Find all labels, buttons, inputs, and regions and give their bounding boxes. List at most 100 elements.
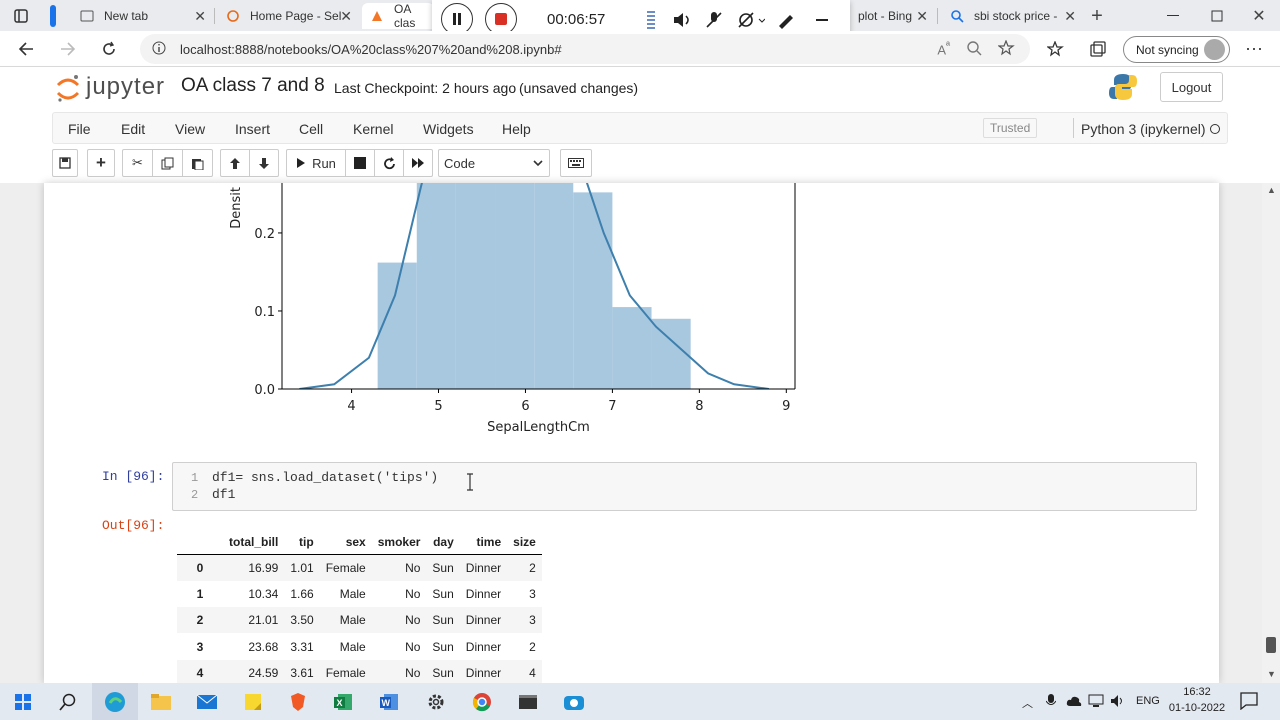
restart-kernel-icon[interactable] bbox=[374, 149, 404, 177]
brave-browser-icon[interactable] bbox=[275, 683, 321, 720]
edge-browser-icon[interactable] bbox=[92, 683, 138, 720]
favorites-icon[interactable] bbox=[1044, 38, 1068, 60]
menu-insert[interactable]: Insert bbox=[235, 121, 270, 137]
settings-gear-icon[interactable] bbox=[413, 683, 459, 720]
maximize-icon[interactable] bbox=[1204, 5, 1230, 27]
refresh-loading-icon bbox=[226, 9, 240, 23]
add-favorite-icon[interactable] bbox=[997, 38, 1016, 59]
interrupt-kernel-icon[interactable] bbox=[345, 149, 375, 177]
window-close-icon[interactable]: ✕ bbox=[1246, 5, 1272, 27]
scroll-up-icon[interactable]: ▲ bbox=[1267, 185, 1276, 195]
tab-actions-icon[interactable] bbox=[10, 6, 32, 26]
table-row: 3 23.68 3.31 Male No Sun Dinner 2 bbox=[177, 633, 542, 659]
table-cell: Sun bbox=[432, 586, 454, 601]
pen-icon[interactable] bbox=[774, 9, 798, 31]
close-icon[interactable]: ✕ bbox=[1064, 8, 1076, 25]
table-header-row: total_bill tip sex smoker day time size bbox=[177, 530, 542, 555]
search-icon[interactable] bbox=[45, 683, 91, 720]
kernel-name[interactable]: Python 3 (ipykernel) bbox=[1081, 121, 1206, 137]
scroll-down-icon[interactable]: ▼ bbox=[1267, 669, 1276, 679]
back-arrow-icon[interactable] bbox=[14, 38, 38, 60]
tab-new-tab[interactable]: New tab ✕ bbox=[72, 3, 212, 29]
page-scrollbar[interactable]: ▲ ▼ bbox=[1262, 183, 1280, 683]
cut-icon[interactable]: ✂ bbox=[122, 149, 153, 177]
tab-notebook[interactable]: OA clas bbox=[362, 2, 434, 30]
move-down-icon[interactable] bbox=[249, 149, 279, 177]
sepal-length-distplot: 4 5 6 7 8 9 0.0 0.1 0.2 SepalLengthCm Densit bbox=[229, 183, 796, 435]
chrome-icon[interactable] bbox=[459, 683, 505, 720]
scrollbar-thumb[interactable] bbox=[1266, 637, 1276, 653]
notifications-icon[interactable] bbox=[1240, 692, 1258, 715]
sticky-notes-icon[interactable] bbox=[230, 683, 276, 720]
save-icon[interactable] bbox=[52, 149, 78, 177]
more-options-icon[interactable]: ⋯ bbox=[1242, 38, 1266, 60]
excel-icon[interactable]: X bbox=[320, 683, 366, 720]
table-cell: 3.50 bbox=[284, 607, 320, 634]
jupyter-tab-icon bbox=[370, 9, 384, 23]
forward-arrow-icon[interactable] bbox=[56, 38, 80, 60]
cloud-icon[interactable] bbox=[1066, 694, 1082, 712]
tab-bing[interactable]: plot - Bing ✕ bbox=[850, 3, 934, 29]
logout-button[interactable]: Logout bbox=[1160, 72, 1223, 102]
mail-icon[interactable] bbox=[184, 683, 230, 720]
microphone-icon[interactable] bbox=[1045, 694, 1057, 714]
menu-cell[interactable]: Cell bbox=[299, 121, 323, 137]
jupyter-wordmark[interactable]: jupyter bbox=[86, 73, 165, 101]
notebook-menubar: File Edit View Insert Cell Kernel Widget… bbox=[52, 112, 1228, 144]
new-tab-icon[interactable]: + bbox=[1086, 5, 1108, 27]
clock-time[interactable]: 16:32 bbox=[1172, 686, 1222, 698]
run-button[interactable]: Run bbox=[286, 149, 346, 177]
minimize-icon[interactable] bbox=[1160, 5, 1186, 27]
microphone-muted-icon[interactable] bbox=[702, 9, 726, 31]
tab-home-page[interactable]: Home Page - Sel ✕ bbox=[218, 3, 358, 29]
url-field[interactable]: localhost:8888/notebooks/OA%20class%207%… bbox=[140, 34, 1030, 64]
sync-button[interactable]: Not syncing bbox=[1123, 36, 1230, 63]
restart-run-all-icon[interactable] bbox=[403, 149, 433, 177]
file-explorer-icon[interactable] bbox=[138, 683, 184, 720]
column-header bbox=[177, 530, 223, 555]
chevron-down-icon bbox=[533, 156, 543, 171]
tab-sbi-stock[interactable]: sbi stock price - ✕ bbox=[942, 3, 1082, 29]
show-hidden-icons-icon[interactable]: ︿ bbox=[1022, 695, 1033, 711]
trusted-indicator[interactable]: Trusted bbox=[983, 118, 1038, 138]
word-icon[interactable]: W bbox=[366, 683, 412, 720]
code-cell-editor[interactable]: 1 2 df1= sns.load_dataset('tips') df1 bbox=[172, 462, 1197, 511]
notebook-name[interactable]: OA class 7 and 8 bbox=[181, 75, 325, 97]
column-header: time bbox=[459, 530, 508, 555]
histogram-bar bbox=[573, 192, 613, 389]
command-palette-icon[interactable] bbox=[560, 149, 592, 177]
table-cell: 2 bbox=[529, 639, 536, 654]
close-icon[interactable]: ✕ bbox=[194, 8, 206, 25]
reload-icon[interactable] bbox=[97, 38, 121, 60]
menu-file[interactable]: File bbox=[68, 121, 91, 137]
menu-widgets[interactable]: Widgets bbox=[423, 121, 474, 137]
volume-tray-icon[interactable] bbox=[1110, 694, 1126, 713]
read-aloud-icon[interactable]: Aª bbox=[937, 40, 950, 57]
cell-type-select[interactable]: Code bbox=[438, 149, 550, 177]
minimize-recording-icon[interactable] bbox=[810, 9, 834, 31]
zoom-icon[interactable] bbox=[966, 40, 982, 59]
jupyter-logo-icon[interactable] bbox=[56, 73, 80, 103]
close-icon[interactable]: ✕ bbox=[340, 8, 352, 25]
paste-icon[interactable] bbox=[182, 149, 213, 177]
copy-icon[interactable] bbox=[152, 149, 183, 177]
menu-kernel[interactable]: Kernel bbox=[353, 121, 393, 137]
move-up-icon[interactable] bbox=[220, 149, 250, 177]
webcam-off-icon[interactable] bbox=[734, 9, 768, 31]
close-icon[interactable]: ✕ bbox=[916, 8, 928, 25]
windows-start-icon[interactable] bbox=[0, 683, 46, 720]
camera-app-icon[interactable] bbox=[551, 683, 597, 720]
menu-edit[interactable]: Edit bbox=[121, 121, 145, 137]
menu-help[interactable]: Help bbox=[502, 121, 531, 137]
menu-view[interactable]: View bbox=[175, 121, 205, 137]
volume-icon[interactable] bbox=[670, 9, 694, 31]
row-index: 2 bbox=[177, 607, 223, 634]
insert-cell-icon[interactable]: + bbox=[87, 149, 115, 177]
terminal-icon[interactable] bbox=[505, 683, 551, 720]
network-icon[interactable] bbox=[1088, 694, 1104, 713]
clock-date[interactable]: 01-10-2022 bbox=[1164, 702, 1230, 714]
info-icon[interactable] bbox=[152, 41, 166, 58]
table-cell: 21.01 bbox=[223, 607, 285, 634]
collections-icon[interactable] bbox=[1086, 38, 1110, 60]
language-indicator[interactable]: ENG bbox=[1136, 695, 1160, 707]
